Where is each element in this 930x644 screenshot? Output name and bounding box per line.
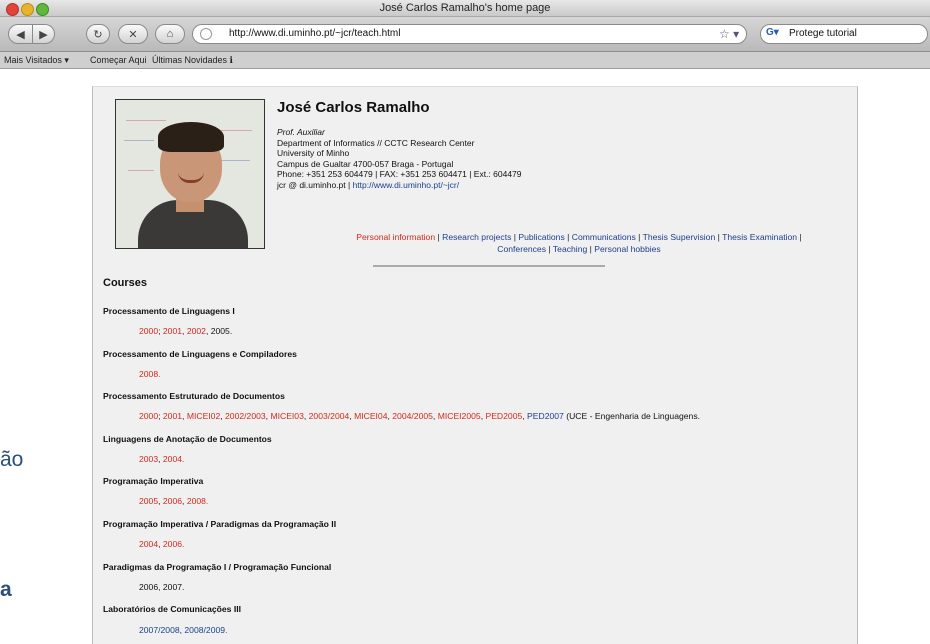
home-icon: ⌂	[166, 28, 174, 40]
window-title: José Carlos Ramalho's home page	[379, 2, 551, 14]
year-link[interactable]: 2008.	[187, 496, 209, 506]
email: jcr @ di.uminho.pt	[277, 179, 346, 190]
bookmark-comecar-aqui[interactable]: Começar Aqui	[90, 55, 147, 65]
bookmark-ultimas-novidades[interactable]: Últimas Novidades ℹ	[152, 55, 233, 66]
web-page: José Carlos Ramalho Prof. Auxiliar Depar…	[92, 86, 858, 644]
year-link[interactable]: 2007/2008	[139, 625, 180, 635]
homepage-link[interactable]: http://www.di.uminho.pt/~jcr/	[353, 180, 460, 190]
year-link[interactable]: 2004	[139, 539, 158, 549]
year-link[interactable]: 2003	[139, 454, 158, 464]
site-identity-icon[interactable]	[200, 28, 212, 40]
stop-button[interactable]: ✕	[118, 24, 148, 44]
course-years: 2006, 2007.	[139, 582, 184, 592]
year-link[interactable]: 2002	[187, 326, 206, 336]
year-link[interactable]: 2008/2009.	[184, 625, 227, 635]
phone: Phone: +351 253 604479 | FAX: +351 253 6…	[277, 169, 522, 179]
browser-window: José Carlos Ramalho's home page ◀ ▶ ↻ ✕ …	[0, 0, 930, 644]
forward-arrow-icon: ▶	[39, 28, 48, 41]
university: University of Minho	[277, 148, 350, 158]
address: Campus de Gualtar 4700-057 Braga - Portu…	[277, 158, 454, 169]
title-bar: José Carlos Ramalho's home page	[0, 0, 930, 17]
search-bar[interactable]: G▾ Protege tutorial	[760, 24, 928, 44]
profile-photo	[115, 99, 265, 249]
course-title: Linguagens de Anotação de Documentos	[103, 434, 272, 444]
department: Department of Informatics // CCTC Resear…	[277, 137, 475, 148]
academic-title: Prof. Auxiliar	[277, 127, 325, 137]
course-years: 2004, 2006.	[139, 539, 185, 549]
year-link[interactable]: 2006.	[163, 539, 185, 549]
year-link[interactable]: 2001	[163, 411, 182, 421]
year-link[interactable]: PED2005	[485, 411, 522, 421]
nav-communications[interactable]: Communications	[572, 232, 636, 242]
reload-button[interactable]: ↻	[86, 24, 110, 44]
year-link[interactable]: MICEI2005	[438, 411, 481, 421]
year-link[interactable]: PED2007	[527, 411, 564, 421]
stop-icon: ✕	[128, 28, 138, 41]
search-input[interactable]: Protege tutorial	[789, 28, 857, 39]
year-link[interactable]: 2004.	[163, 454, 185, 464]
nav-publications[interactable]: Publications	[518, 232, 564, 242]
bookmarks-bar: Mais Visitados ▾ Começar Aqui Últimas No…	[0, 52, 930, 69]
reload-icon: ↻	[93, 28, 103, 41]
course-title: Processamento de Linguagens I	[103, 306, 235, 316]
year-text: 2006, 2007.	[139, 582, 185, 592]
year-link[interactable]: 2000	[139, 326, 158, 336]
course-title: Processamento Estruturado de Documentos	[103, 391, 285, 401]
course-note: (UCE - Engenharia de Linguagens.	[566, 411, 700, 421]
course-title: Laboratórios de Comunicações III	[103, 604, 242, 614]
course-years: 2000; 2001, 2002, 2005.	[139, 326, 233, 336]
forward-button[interactable]: ▶	[33, 24, 55, 44]
course-title: Programação Imperativa / Paradigmas da P…	[103, 519, 337, 529]
nav-teaching[interactable]: Teaching	[553, 244, 587, 254]
courses-heading: Courses	[103, 277, 148, 289]
course-years: 2000; 2001, MICEI02, 2002/2003, MICEI03,…	[139, 411, 700, 421]
url-text[interactable]: http://www.di.uminho.pt/~jcr/teach.html	[229, 28, 400, 39]
profile-name: José Carlos Ramalho	[277, 99, 430, 116]
year-link[interactable]: MICEI04	[354, 411, 387, 421]
course-years: 2005, 2006, 2008.	[139, 496, 209, 506]
url-bar[interactable]: http://www.di.uminho.pt/~jcr/teach.html …	[192, 24, 747, 44]
course-years: 2007/2008, 2008/2009.	[139, 625, 228, 635]
section-navigation: Personal information | Research projects…	[356, 232, 802, 254]
year-link[interactable]: 2004/2005	[392, 411, 433, 421]
divider	[373, 265, 605, 267]
year-link[interactable]: 2003/2004	[309, 411, 350, 421]
back-arrow-icon: ◀	[16, 28, 25, 41]
home-button[interactable]: ⌂	[155, 24, 185, 44]
bookmark-star-icon[interactable]: ☆ ▾	[719, 27, 739, 41]
search-engine-icon[interactable]: G▾	[766, 27, 780, 41]
year-link[interactable]: 2008.	[139, 369, 161, 379]
profile-info: Prof. Auxiliar Department of Informatics…	[277, 127, 522, 190]
year-link[interactable]: 2001	[163, 326, 182, 336]
course-title: Processamento de Linguagens e Compilador…	[103, 349, 297, 359]
year-link[interactable]: MICEI02	[187, 411, 220, 421]
course-title: Paradigmas da Programação I / Programaçã…	[103, 562, 332, 572]
year-text: 2005.	[210, 326, 233, 336]
year-link[interactable]: 2002/2003	[225, 411, 266, 421]
course-title: Programação Imperativa	[103, 476, 204, 486]
nav-research-projects[interactable]: Research projects	[442, 232, 511, 242]
course-years: 2003, 2004.	[139, 454, 185, 464]
nav-thesis-supervision[interactable]: Thesis Supervision	[643, 232, 716, 242]
nav-personal-information[interactable]: Personal information	[356, 232, 435, 242]
year-link[interactable]: MICEI03	[270, 411, 303, 421]
year-link[interactable]: 2005	[139, 496, 158, 506]
year-link[interactable]: 2006	[163, 496, 182, 506]
nav-thesis-examination[interactable]: Thesis Examination	[722, 232, 797, 242]
nav-conferences[interactable]: Conferences	[497, 244, 546, 254]
bookmark-mais-visitados[interactable]: Mais Visitados ▾	[4, 55, 69, 66]
navigation-toolbar: ◀ ▶ ↻ ✕ ⌂ http://www.di.uminho.pt/~jcr/t…	[0, 17, 930, 52]
back-button[interactable]: ◀	[8, 24, 33, 44]
year-link[interactable]: 2000	[139, 411, 158, 421]
nav-personal-hobbies[interactable]: Personal hobbies	[594, 244, 660, 254]
course-years: 2008.	[139, 369, 161, 379]
